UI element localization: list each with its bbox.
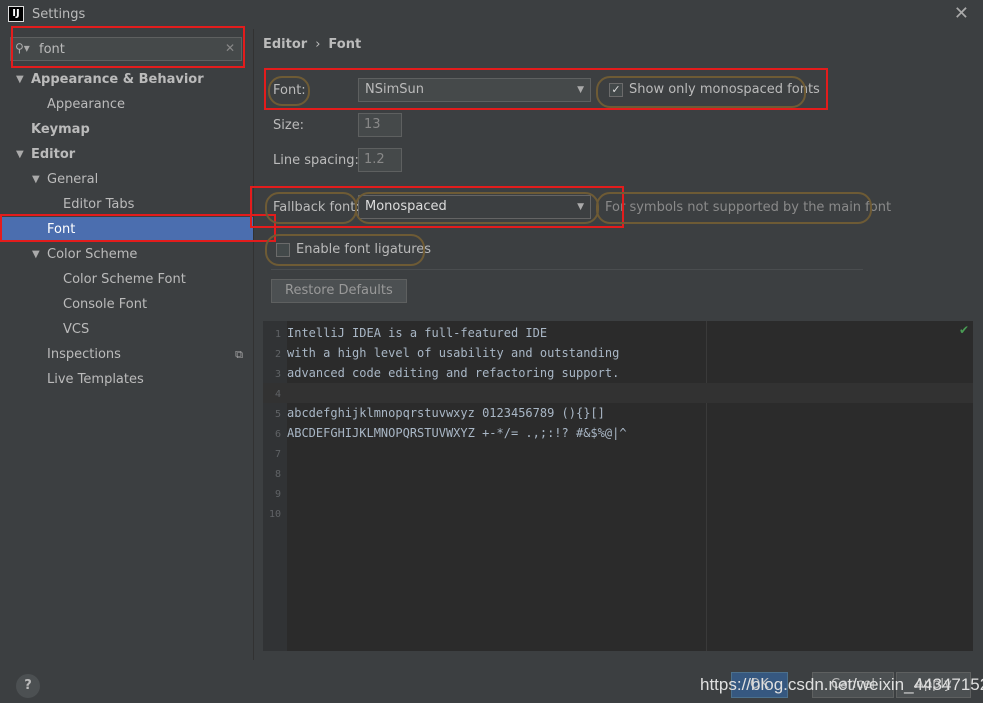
preview-line: 10 [263, 503, 973, 523]
breadcrumb-font: Font [328, 37, 362, 52]
sidebar-item-label: Font [47, 222, 76, 237]
sidebar-item-label: Inspections [47, 347, 121, 362]
mono-only-label: Show only monospaced fonts [629, 82, 820, 97]
sidebar-item[interactable]: Inspections ⧉ [0, 342, 253, 367]
sidebar-item-label: Keymap [31, 122, 90, 137]
restore-defaults-button[interactable]: Restore Defaults [271, 279, 407, 303]
preview-text: advanced code editing and refactoring su… [287, 366, 620, 380]
expand-arrow-icon[interactable]: ▼ [16, 67, 24, 92]
close-icon[interactable]: ✕ [954, 3, 969, 24]
line-spacing-field[interactable]: 1.2 [358, 148, 402, 172]
line-number: 10 [268, 509, 281, 520]
sidebar-item[interactable]: Editor Tabs [0, 192, 253, 217]
breadcrumb-editor[interactable]: Editor [263, 37, 307, 52]
font-value: NSimSun [365, 82, 424, 97]
sidebar-item-label: Live Templates [47, 372, 144, 387]
font-settings-panel: Editor › Font Font: NSimSun ▼ ✓ Show only … [255, 29, 983, 660]
fallback-hint: For symbols not supported by the main fo… [605, 200, 892, 215]
settings-tree: ▼ Appearance & Behavior Appearance Keymap ▼ E… [0, 67, 253, 392]
expand-arrow-icon[interactable]: ▼ [16, 142, 24, 167]
line-number: 2 [274, 349, 281, 360]
preview-line: 6 ABCDEFGHIJKLMNOPQRSTUVWXYZ +-*/= .,;:!?… [263, 423, 973, 443]
size-field[interactable]: 13 [358, 113, 402, 137]
sidebar-item-label: Appearance [47, 97, 126, 112]
sidebar-item[interactable]: ▼ Appearance & Behavior [0, 67, 253, 92]
help-button[interactable]: ? [16, 674, 40, 698]
preview-line: 5 abcdefghijklmnopqrstuvwxyz 0123456789 (… [263, 403, 973, 423]
line-number: 8 [274, 469, 281, 480]
size-label: Size: [273, 118, 305, 133]
preview-text: ABCDEFGHIJKLMNOPQRSTUVWXYZ +-*/= .,;:!? … [287, 426, 627, 440]
font-preview-editor[interactable]: ✔ 1 IntelliJ IDEA is a full-featured IDE 2… [263, 321, 973, 651]
sidebar-item-label: Color Scheme Font [63, 272, 186, 287]
line-number: 6 [274, 429, 281, 440]
sidebar-item[interactable]: ▼ Editor [0, 142, 253, 167]
preview-line: 1 IntelliJ IDEA is a full-featured IDE [263, 323, 973, 343]
expand-arrow-icon[interactable]: ▼ [32, 167, 40, 192]
line-number: 5 [274, 409, 281, 420]
settings-sidebar: ⚲▾ ✕ ▼ Appearance & Behavior Appearance Key… [0, 29, 254, 660]
preview-line: 7 [263, 443, 973, 463]
search-input[interactable] [39, 40, 219, 58]
sidebar-item[interactable]: Console Font [0, 292, 253, 317]
breadcrumb-separator: › [315, 37, 321, 52]
sidebar-item-label: Editor Tabs [63, 197, 135, 212]
fallback-font-combobox[interactable]: Monospaced ▼ [358, 195, 591, 219]
preview-line: 4 [263, 383, 973, 403]
chevron-down-icon: ▼ [577, 202, 584, 212]
preview-line: 3 advanced code editing and refactoring s… [263, 363, 973, 383]
ligatures-checkbox[interactable]: Enable font ligatures [276, 242, 431, 257]
sidebar-item-label: General [47, 172, 99, 187]
sidebar-item-label: Appearance & Behavior [31, 72, 204, 87]
search-icon: ⚲▾ [15, 41, 30, 55]
preview-line: 2 with a high level of usability and outs… [263, 343, 973, 363]
fallback-font-label: Fallback font: [273, 200, 360, 215]
sidebar-item[interactable]: Color Scheme Font [0, 267, 253, 292]
font-label: Font: [273, 83, 306, 98]
sidebar-item[interactable]: Keymap [0, 117, 253, 142]
chevron-down-icon: ▼ [577, 85, 584, 95]
sidebar-item[interactable]: ▼ Color Scheme [0, 242, 253, 267]
preview-text: abcdefghijklmnopqrstuvwxyz 0123456789 ()… [287, 406, 605, 420]
line-number: 7 [274, 449, 281, 460]
window-title: Settings [32, 7, 86, 22]
clear-search-icon[interactable]: ✕ [225, 41, 235, 55]
divider [271, 269, 863, 270]
preview-text: IntelliJ IDEA is a full-featured IDE [287, 326, 548, 340]
line-spacing-label: Line spacing: [273, 153, 359, 168]
breadcrumb: Editor › Font [263, 37, 361, 52]
sidebar-item-label: Color Scheme [47, 247, 138, 262]
sidebar-item-label: Console Font [63, 297, 148, 312]
sidebar-item[interactable]: Appearance [0, 92, 253, 117]
project-scope-icon: ⧉ [235, 348, 243, 361]
fallback-font-value: Monospaced [365, 199, 447, 214]
line-number: 1 [274, 329, 281, 340]
search-box[interactable]: ⚲▾ ✕ [10, 37, 242, 61]
line-number: 3 [274, 369, 281, 380]
sidebar-item[interactable]: Live Templates [0, 367, 253, 392]
ligatures-label: Enable font ligatures [296, 242, 432, 257]
watermark-url: https://blog.csdn.net/weixin_44347152 [700, 675, 983, 694]
sidebar-item[interactable]: ▼ General [0, 167, 253, 192]
intellij-logo-icon: IJ [8, 6, 24, 22]
preview-text: with a high level of usability and outst… [287, 346, 620, 360]
checkbox-box[interactable] [276, 242, 290, 257]
checkmark-icon[interactable]: ✓ [609, 82, 623, 97]
preview-line: 8 [263, 463, 973, 483]
mono-only-checkbox[interactable]: ✓ Show only monospaced fonts [609, 82, 820, 97]
sidebar-item-label: Editor [31, 147, 76, 162]
sidebar-item[interactable]: VCS [0, 317, 253, 342]
font-combobox[interactable]: NSimSun ▼ [358, 78, 591, 102]
sidebar-item-label: VCS [63, 322, 90, 337]
line-number: 9 [274, 489, 281, 500]
expand-arrow-icon[interactable]: ▼ [32, 242, 40, 267]
sidebar-item[interactable]: Font [0, 217, 253, 242]
dialog-footer: ? OK Cancel Apply https://blog.csdn.net/… [0, 660, 983, 703]
line-number: 4 [274, 389, 281, 400]
preview-line: 9 [263, 483, 973, 503]
title-bar: IJ Settings ✕ [0, 0, 983, 29]
